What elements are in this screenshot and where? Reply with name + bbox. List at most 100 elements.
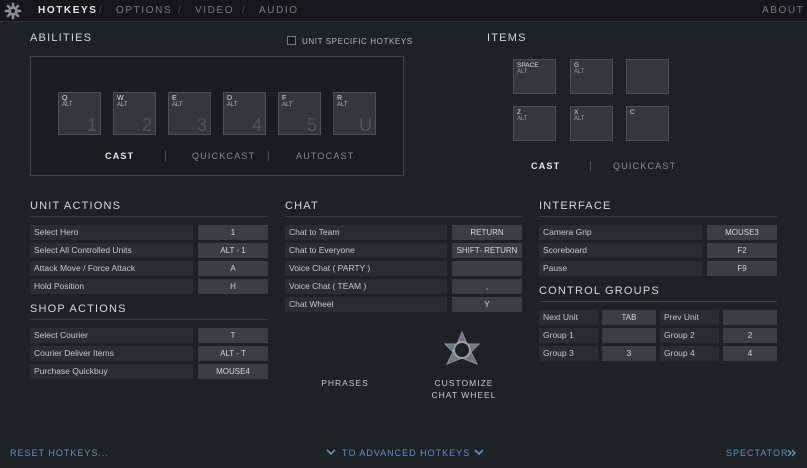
ability-slot-number: 3 [196, 115, 207, 135]
hotkey-label-chat-everyone: Chat to Everyone [285, 243, 447, 258]
ability-alt-key: ALT [117, 102, 128, 108]
ability-key-slot[interactable]: D ALT 4 [223, 92, 266, 135]
gear-icon[interactable] [4, 2, 22, 20]
hotkey-field-purchase-quickbuy[interactable]: MOUSE4 [198, 364, 268, 379]
hotkey-field-scoreboard[interactable]: F2 [707, 243, 777, 258]
items-title: ITEMS [487, 32, 527, 44]
hotkey-label-chat-team: Chat to Team [285, 225, 447, 240]
shop-actions-title: SHOP ACTIONS [30, 303, 127, 315]
hotkey-field-chat-wheel[interactable]: Y [452, 297, 522, 312]
ability-alt-key: ALT [282, 102, 293, 108]
hotkey-field-select-hero[interactable]: 1 [198, 225, 268, 240]
hotkey-label-select-hero: Select Hero [30, 225, 193, 240]
item-mode-cast[interactable]: CAST [531, 161, 560, 171]
hotkey-field-attack-move[interactable]: A [198, 261, 268, 276]
ability-mode-cast[interactable]: CAST [105, 151, 134, 161]
item-mode-quickcast[interactable]: QUICKCAST [613, 161, 676, 171]
hotkey-label-attack-move: Attack Move / Force Attack [30, 261, 193, 276]
item-alt-key: ALT [574, 69, 585, 75]
unit-actions-title: UNIT ACTIONS [30, 200, 122, 212]
hotkey-label-camera-grip: Camera Grip [539, 225, 702, 240]
mode-separator [165, 151, 166, 161]
chat-title: CHAT [285, 200, 319, 212]
hotkey-label-chat-wheel: Chat Wheel [285, 297, 447, 312]
customize-label-line2: CHAT WHEEL [431, 390, 497, 400]
item-key-slot[interactable]: X ALT [570, 106, 613, 141]
mode-separator [590, 161, 591, 171]
hotkey-field-group-2[interactable]: 2 [723, 328, 777, 343]
item-key: SPACE [517, 62, 539, 69]
ability-mode-quickcast[interactable]: QUICKCAST [192, 151, 255, 161]
customize-label-line1: CUSTOMIZE [434, 378, 494, 388]
mode-separator [268, 151, 269, 161]
ability-mode-autocast[interactable]: AUTOCAST [296, 151, 354, 161]
interface-title: INTERFACE [539, 200, 612, 212]
hotkey-label-group-2: Group 2 [660, 328, 719, 343]
ability-slot-number: 1 [86, 115, 97, 135]
hotkey-label-voice-party: Voice Chat ( PARTY ) [285, 261, 447, 276]
ability-slot-number: U [359, 115, 372, 135]
about-link[interactable]: ABOUT [762, 5, 804, 16]
customize-chat-wheel-button[interactable]: CUSTOMIZE CHAT WHEEL [420, 377, 508, 401]
tab-audio[interactable]: AUDIO [259, 5, 299, 16]
hotkey-field-next-unit[interactable]: TAB [602, 310, 656, 325]
phrases-button[interactable]: PHRASES [320, 377, 370, 389]
ability-key-slot[interactable]: F ALT 5 [278, 92, 321, 135]
tab-separator: / [178, 5, 181, 16]
advanced-hotkeys-label: TO ADVANCED HOTKEYS [342, 448, 471, 458]
ability-key-slot[interactable]: Q ALT 1 [58, 92, 101, 135]
hotkey-label-courier-deliver: Courier Deliver Items [30, 346, 193, 361]
ability-alt-key: ALT [62, 102, 73, 108]
hotkey-field-group-1[interactable] [602, 328, 656, 343]
hotkey-field-group-4[interactable]: 4 [723, 346, 777, 361]
item-key-slot[interactable] [626, 59, 669, 94]
ability-slot-number: 2 [141, 115, 152, 135]
section-divider [30, 319, 268, 320]
abilities-title: ABILITIES [30, 32, 93, 44]
hotkey-field-pause[interactable]: F9 [707, 261, 777, 276]
item-key-slot[interactable]: Z ALT [513, 106, 556, 141]
spectator-link[interactable]: SPECTATOR [726, 446, 798, 460]
item-key-slot[interactable]: G ALT [570, 59, 613, 94]
tab-video[interactable]: VIDEO [195, 5, 234, 16]
hotkey-field-camera-grip[interactable]: MOUSE3 [707, 225, 777, 240]
chevron-down-icon [474, 449, 484, 456]
hotkey-field-chat-everyone[interactable]: SHIFT- RETURN [452, 243, 522, 258]
ability-key-slot[interactable]: R ALT U [333, 92, 376, 135]
item-alt-key: ALT [517, 69, 528, 75]
reset-hotkeys-link[interactable]: RESET HOTKEYS... [10, 448, 109, 458]
unit-specific-hotkeys-label: UNIT SPECIFIC HOTKEYS [302, 37, 413, 46]
ability-key-slot[interactable]: W ALT 2 [113, 92, 156, 135]
hotkey-field-select-all-units[interactable]: ALT - 1 [198, 243, 268, 258]
hotkey-field-voice-team[interactable]: , [452, 279, 522, 294]
hotkey-field-select-courier[interactable]: T [198, 328, 268, 343]
hotkey-label-select-courier: Select Courier [30, 328, 193, 343]
hotkey-field-chat-team[interactable]: RETURN [452, 225, 522, 240]
ability-alt-key: ALT [227, 102, 238, 108]
unit-specific-hotkeys-checkbox[interactable] [287, 36, 296, 45]
hotkey-field-hold-position[interactable]: H [198, 279, 268, 294]
top-nav-bar: HOTKEYS / OPTIONS / VIDEO / AUDIO ABOUT [0, 0, 807, 22]
item-alt-key: ALT [517, 116, 528, 122]
hotkey-field-prev-unit[interactable] [723, 310, 777, 325]
item-key: Z [517, 109, 521, 116]
hotkey-field-courier-deliver[interactable]: ALT - T [198, 346, 268, 361]
hotkey-label-prev-unit: Prev Unit [660, 310, 719, 325]
hotkey-label-purchase-quickbuy: Purchase Quickbuy [30, 364, 193, 379]
item-key-slot[interactable]: SPACE ALT [513, 59, 556, 94]
item-key: G [574, 62, 580, 69]
tab-options[interactable]: OPTIONS [116, 5, 172, 16]
hotkey-field-group-3[interactable]: 3 [602, 346, 656, 361]
hotkey-label-pause: Pause [539, 261, 702, 276]
chat-wheel-icon[interactable] [441, 330, 483, 372]
item-key-slot[interactable]: C [626, 106, 669, 141]
tab-hotkeys[interactable]: HOTKEYS [38, 5, 98, 16]
section-divider [30, 216, 268, 217]
tab-separator: / [242, 5, 245, 16]
hotkey-label-voice-team: Voice Chat ( TEAM ) [285, 279, 447, 294]
hotkey-field-voice-party[interactable] [452, 261, 522, 276]
item-alt-key: ALT [574, 116, 585, 122]
ability-alt-key: ALT [337, 102, 348, 108]
hotkey-label-scoreboard: Scoreboard [539, 243, 702, 258]
ability-key-slot[interactable]: E ALT 3 [168, 92, 211, 135]
